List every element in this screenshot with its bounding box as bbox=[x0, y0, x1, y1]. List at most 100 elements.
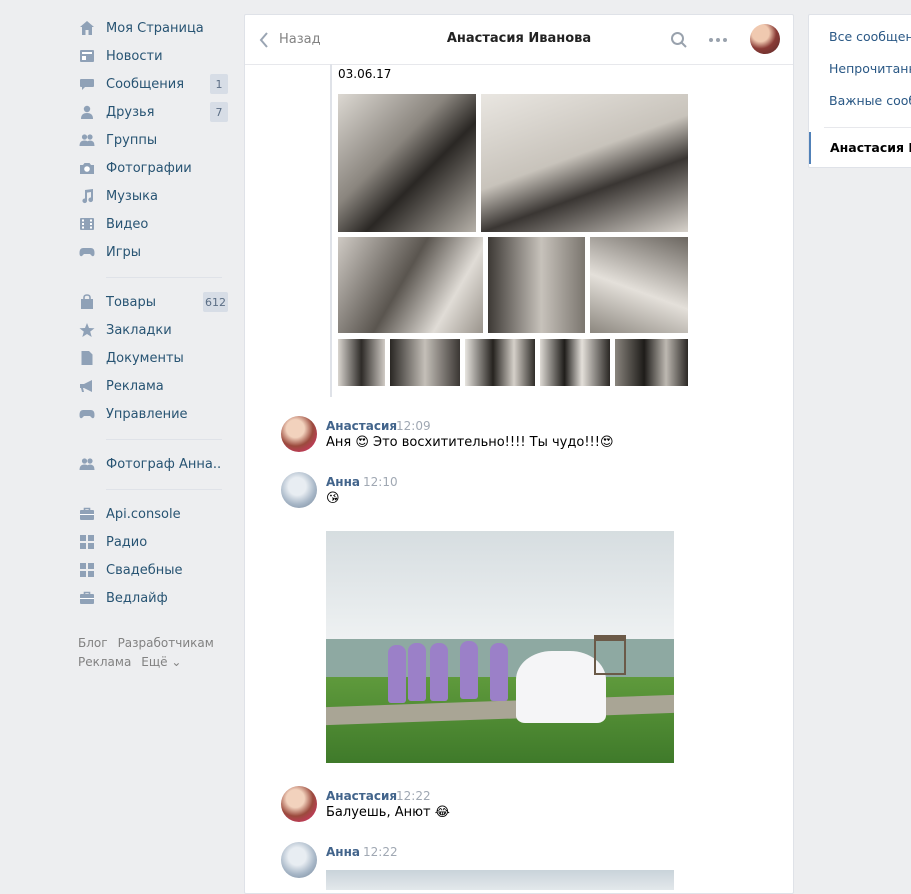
nav-item-label: Группы bbox=[106, 132, 158, 148]
message-time: 12:10 bbox=[363, 475, 398, 489]
groups-icon bbox=[78, 456, 95, 473]
forwarded-date: 03.06.17 bbox=[338, 67, 392, 81]
message-text: Балуешь, Анют 😂 bbox=[326, 805, 450, 820]
message-time: 12:09 bbox=[396, 419, 431, 433]
nav-item[interactable]: Сообщения 1 bbox=[68, 70, 238, 98]
nav-item-label: Фотограф Анна.. bbox=[106, 456, 222, 472]
nav-item[interactable]: Документы bbox=[68, 344, 238, 372]
avatar[interactable] bbox=[281, 842, 317, 878]
nav-item[interactable]: Товары 612 bbox=[68, 288, 238, 316]
nav-item[interactable]: Радио bbox=[68, 528, 238, 556]
photo-thumbnail[interactable] bbox=[338, 94, 476, 232]
nav-item[interactable]: Видео bbox=[68, 210, 238, 238]
nav-item[interactable]: Реклама bbox=[68, 372, 238, 400]
avatar[interactable] bbox=[281, 472, 317, 508]
filter-unread[interactable]: Непрочитанные bbox=[809, 53, 911, 85]
friends-icon bbox=[78, 104, 95, 121]
nav-item[interactable]: Свадебные bbox=[68, 556, 238, 584]
search-icon[interactable] bbox=[670, 31, 688, 49]
photo-thumbnail[interactable] bbox=[488, 237, 585, 333]
photo-thumbnail[interactable] bbox=[481, 94, 688, 232]
nav-divider bbox=[106, 489, 222, 490]
nav-count-badge: 612 bbox=[203, 292, 228, 312]
shop-bag-icon bbox=[78, 294, 95, 311]
video-icon bbox=[78, 216, 95, 233]
nav-item[interactable]: Друзья 7 bbox=[68, 98, 238, 126]
sender-name[interactable]: Анастасия bbox=[326, 419, 397, 433]
active-conversation[interactable]: Анастасия Иванова bbox=[809, 132, 911, 164]
nav-item-label: Радио bbox=[106, 534, 148, 550]
attached-photo[interactable] bbox=[326, 870, 674, 890]
photo-figure bbox=[430, 643, 448, 701]
nav-item-label: Игры bbox=[106, 244, 142, 260]
photo-sky bbox=[326, 531, 674, 639]
photo-figure bbox=[460, 641, 478, 699]
photo-figure bbox=[490, 643, 508, 701]
sender-name[interactable]: Анна bbox=[326, 475, 360, 489]
avatar[interactable] bbox=[281, 416, 317, 452]
footer-link-more[interactable]: Ещё ⌄ bbox=[141, 655, 181, 669]
gamepad-icon bbox=[78, 244, 95, 261]
attached-photo[interactable] bbox=[326, 531, 674, 763]
nav-item-label: Api.console bbox=[106, 506, 181, 522]
nav-item[interactable]: Закладки bbox=[68, 316, 238, 344]
nav-item-label: Фотографии bbox=[106, 160, 192, 176]
nav-item-label: Товары bbox=[106, 294, 157, 310]
briefcase-icon bbox=[78, 506, 95, 523]
nav-count-badge: 7 bbox=[210, 102, 228, 122]
nav-item[interactable]: Моя Страница bbox=[68, 14, 238, 42]
filter-important[interactable]: Важные сообщения bbox=[809, 85, 911, 117]
nav-item[interactable]: Фотограф Анна.. bbox=[68, 450, 238, 478]
message-text: 😘 bbox=[326, 491, 340, 506]
photo-thumbnail[interactable] bbox=[540, 339, 610, 386]
footer-link-ads[interactable]: Реклама bbox=[78, 655, 131, 669]
nav-item[interactable]: Группы bbox=[68, 126, 238, 154]
star-icon bbox=[78, 322, 95, 339]
nav-item[interactable]: Музыка bbox=[68, 182, 238, 210]
filter-all[interactable]: Все сообщения bbox=[809, 21, 911, 53]
nav-item-label: Закладки bbox=[106, 322, 172, 338]
photo-gazebo bbox=[594, 635, 626, 675]
photo-thumbnail[interactable] bbox=[465, 339, 535, 386]
megaphone-icon bbox=[78, 378, 95, 395]
photo-thumbnail[interactable] bbox=[338, 237, 483, 333]
nav-item[interactable]: Управление bbox=[68, 400, 238, 428]
sender-name[interactable]: Анастасия bbox=[326, 789, 397, 803]
music-icon bbox=[78, 188, 95, 205]
nav-item[interactable]: Новости bbox=[68, 42, 238, 70]
groups-icon bbox=[78, 132, 95, 149]
chat-panel: Назад Анастасия Иванова 03.06.17 Анастас… bbox=[244, 14, 794, 894]
photo-figure bbox=[388, 645, 406, 703]
camera-icon bbox=[78, 160, 95, 177]
photo-thumbnail[interactable] bbox=[390, 339, 460, 386]
message-time: 12:22 bbox=[363, 845, 398, 859]
nav-item[interactable]: Фотографии bbox=[68, 154, 238, 182]
forwarded-line bbox=[330, 64, 332, 397]
photo-thumbnail[interactable] bbox=[338, 339, 385, 386]
nav-item-label: Свадебные bbox=[106, 562, 183, 578]
photo-bride bbox=[516, 651, 606, 723]
footer-link-blog[interactable]: Блог bbox=[78, 636, 108, 650]
document-icon bbox=[78, 350, 95, 367]
briefcase-icon bbox=[78, 590, 95, 607]
photo-thumbnail[interactable] bbox=[615, 339, 688, 386]
nav-item[interactable]: Игры bbox=[68, 238, 238, 266]
gamepad-icon bbox=[78, 406, 95, 423]
nav-item-label: Сообщения bbox=[106, 76, 185, 92]
footer-links: Блог Разработчикам Реклама Ещё ⌄ bbox=[68, 634, 238, 672]
sender-name[interactable]: Анна bbox=[326, 845, 360, 859]
nav-item-label: Музыка bbox=[106, 188, 158, 204]
avatar[interactable] bbox=[281, 786, 317, 822]
photo-thumbnail[interactable] bbox=[590, 237, 688, 333]
more-icon[interactable] bbox=[707, 30, 729, 50]
nav-item[interactable]: Api.console bbox=[68, 500, 238, 528]
chat-avatar[interactable] bbox=[750, 24, 780, 54]
nav-item-label: Ведлайф bbox=[106, 590, 168, 606]
footer-link-developers[interactable]: Разработчикам bbox=[118, 636, 214, 650]
photo-figure bbox=[408, 643, 426, 701]
nav-divider bbox=[106, 439, 222, 440]
nav-divider bbox=[106, 277, 222, 278]
nav-item[interactable]: Ведлайф bbox=[68, 584, 238, 612]
panel-divider bbox=[824, 127, 911, 128]
news-icon bbox=[78, 48, 95, 65]
